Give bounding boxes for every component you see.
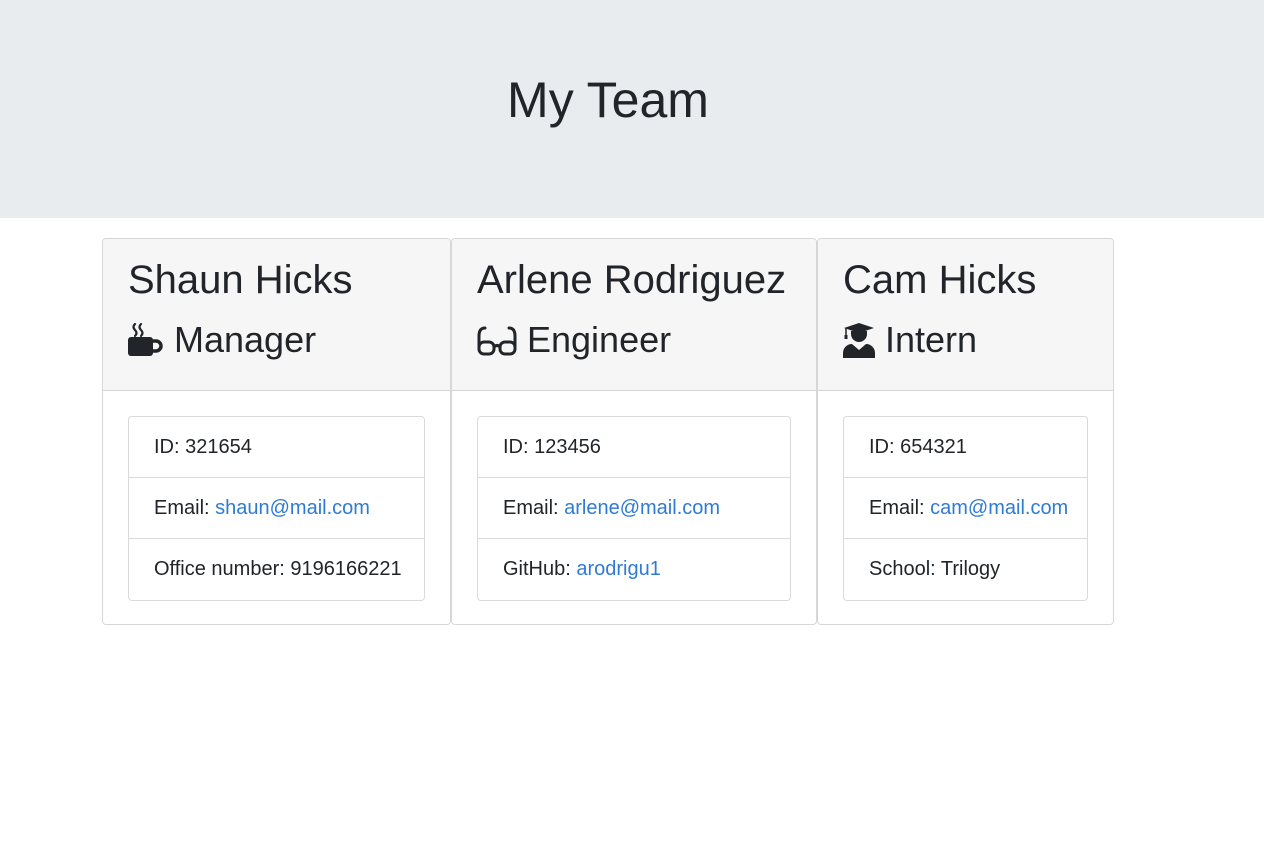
list-item-github: GitHub: arodrigu1 — [478, 539, 790, 600]
role-label: Manager — [174, 319, 317, 360]
email-label: Email: — [869, 497, 931, 519]
list-item-office: Office number: 9196166221 — [129, 539, 424, 600]
email-link[interactable]: arlene@mail.com — [564, 497, 720, 519]
card-header: Shaun Hicks Manager — [103, 239, 450, 391]
id-label: ID: — [154, 436, 186, 458]
user-graduate-icon — [843, 322, 875, 358]
card-header: Cam Hicks Intern — [818, 239, 1113, 391]
list-item-email: Email: arlene@mail.com — [478, 478, 790, 539]
office-label: Office number: — [154, 558, 291, 580]
id-value: 123456 — [534, 436, 601, 458]
list-item-email: Email: cam@mail.com — [844, 478, 1087, 539]
page-title: My Team — [507, 72, 709, 128]
role-label: Intern — [885, 319, 978, 360]
employee-role: Engineer — [477, 317, 671, 363]
employee-name: Shaun Hicks — [128, 258, 353, 302]
github-label: GitHub: — [503, 558, 577, 580]
employee-role: Intern — [843, 317, 977, 363]
id-value: 321654 — [185, 436, 252, 458]
email-label: Email: — [503, 497, 565, 519]
role-label: Engineer — [527, 319, 672, 360]
github-link[interactable]: arodrigu1 — [576, 558, 661, 580]
employee-card-intern: Cam Hicks Intern ID: 654321 Email: cam@m… — [817, 238, 1114, 625]
employee-card-engineer: Arlene Rodriguez Engineer ID: 123456 Ema… — [451, 238, 817, 625]
card-header: Arlene Rodriguez Engineer — [452, 239, 816, 391]
list-item-school: School: Trilogy — [844, 539, 1087, 600]
employee-name: Cam Hicks — [843, 258, 1037, 302]
employee-details: ID: 123456 Email: arlene@mail.com GitHub… — [477, 416, 791, 601]
employee-details: ID: 654321 Email: cam@mail.com School: T… — [843, 416, 1088, 601]
id-value: 654321 — [900, 436, 967, 458]
glasses-icon — [477, 322, 517, 358]
list-item-id: ID: 321654 — [129, 417, 424, 478]
mug-hot-icon — [128, 322, 164, 358]
employee-card-manager: Shaun Hicks Manager ID: 321654 Email: sh… — [102, 238, 451, 625]
id-label: ID: — [869, 436, 901, 458]
employee-details: ID: 321654 Email: shaun@mail.com Office … — [128, 416, 425, 601]
office-number: 9196166221 — [290, 558, 402, 580]
email-link[interactable]: cam@mail.com — [930, 497, 1068, 519]
id-label: ID: — [503, 436, 535, 458]
header-jumbotron: My Team — [0, 0, 1264, 218]
school-value: Trilogy — [940, 558, 1001, 580]
employee-name: Arlene Rodriguez — [477, 258, 787, 302]
list-item-id: ID: 654321 — [844, 417, 1087, 478]
school-label: School: — [869, 558, 941, 580]
list-item-id: ID: 123456 — [478, 417, 790, 478]
email-link[interactable]: shaun@mail.com — [215, 497, 370, 519]
employee-role: Manager — [128, 317, 316, 363]
email-label: Email: — [154, 497, 216, 519]
list-item-email: Email: shaun@mail.com — [129, 478, 424, 539]
